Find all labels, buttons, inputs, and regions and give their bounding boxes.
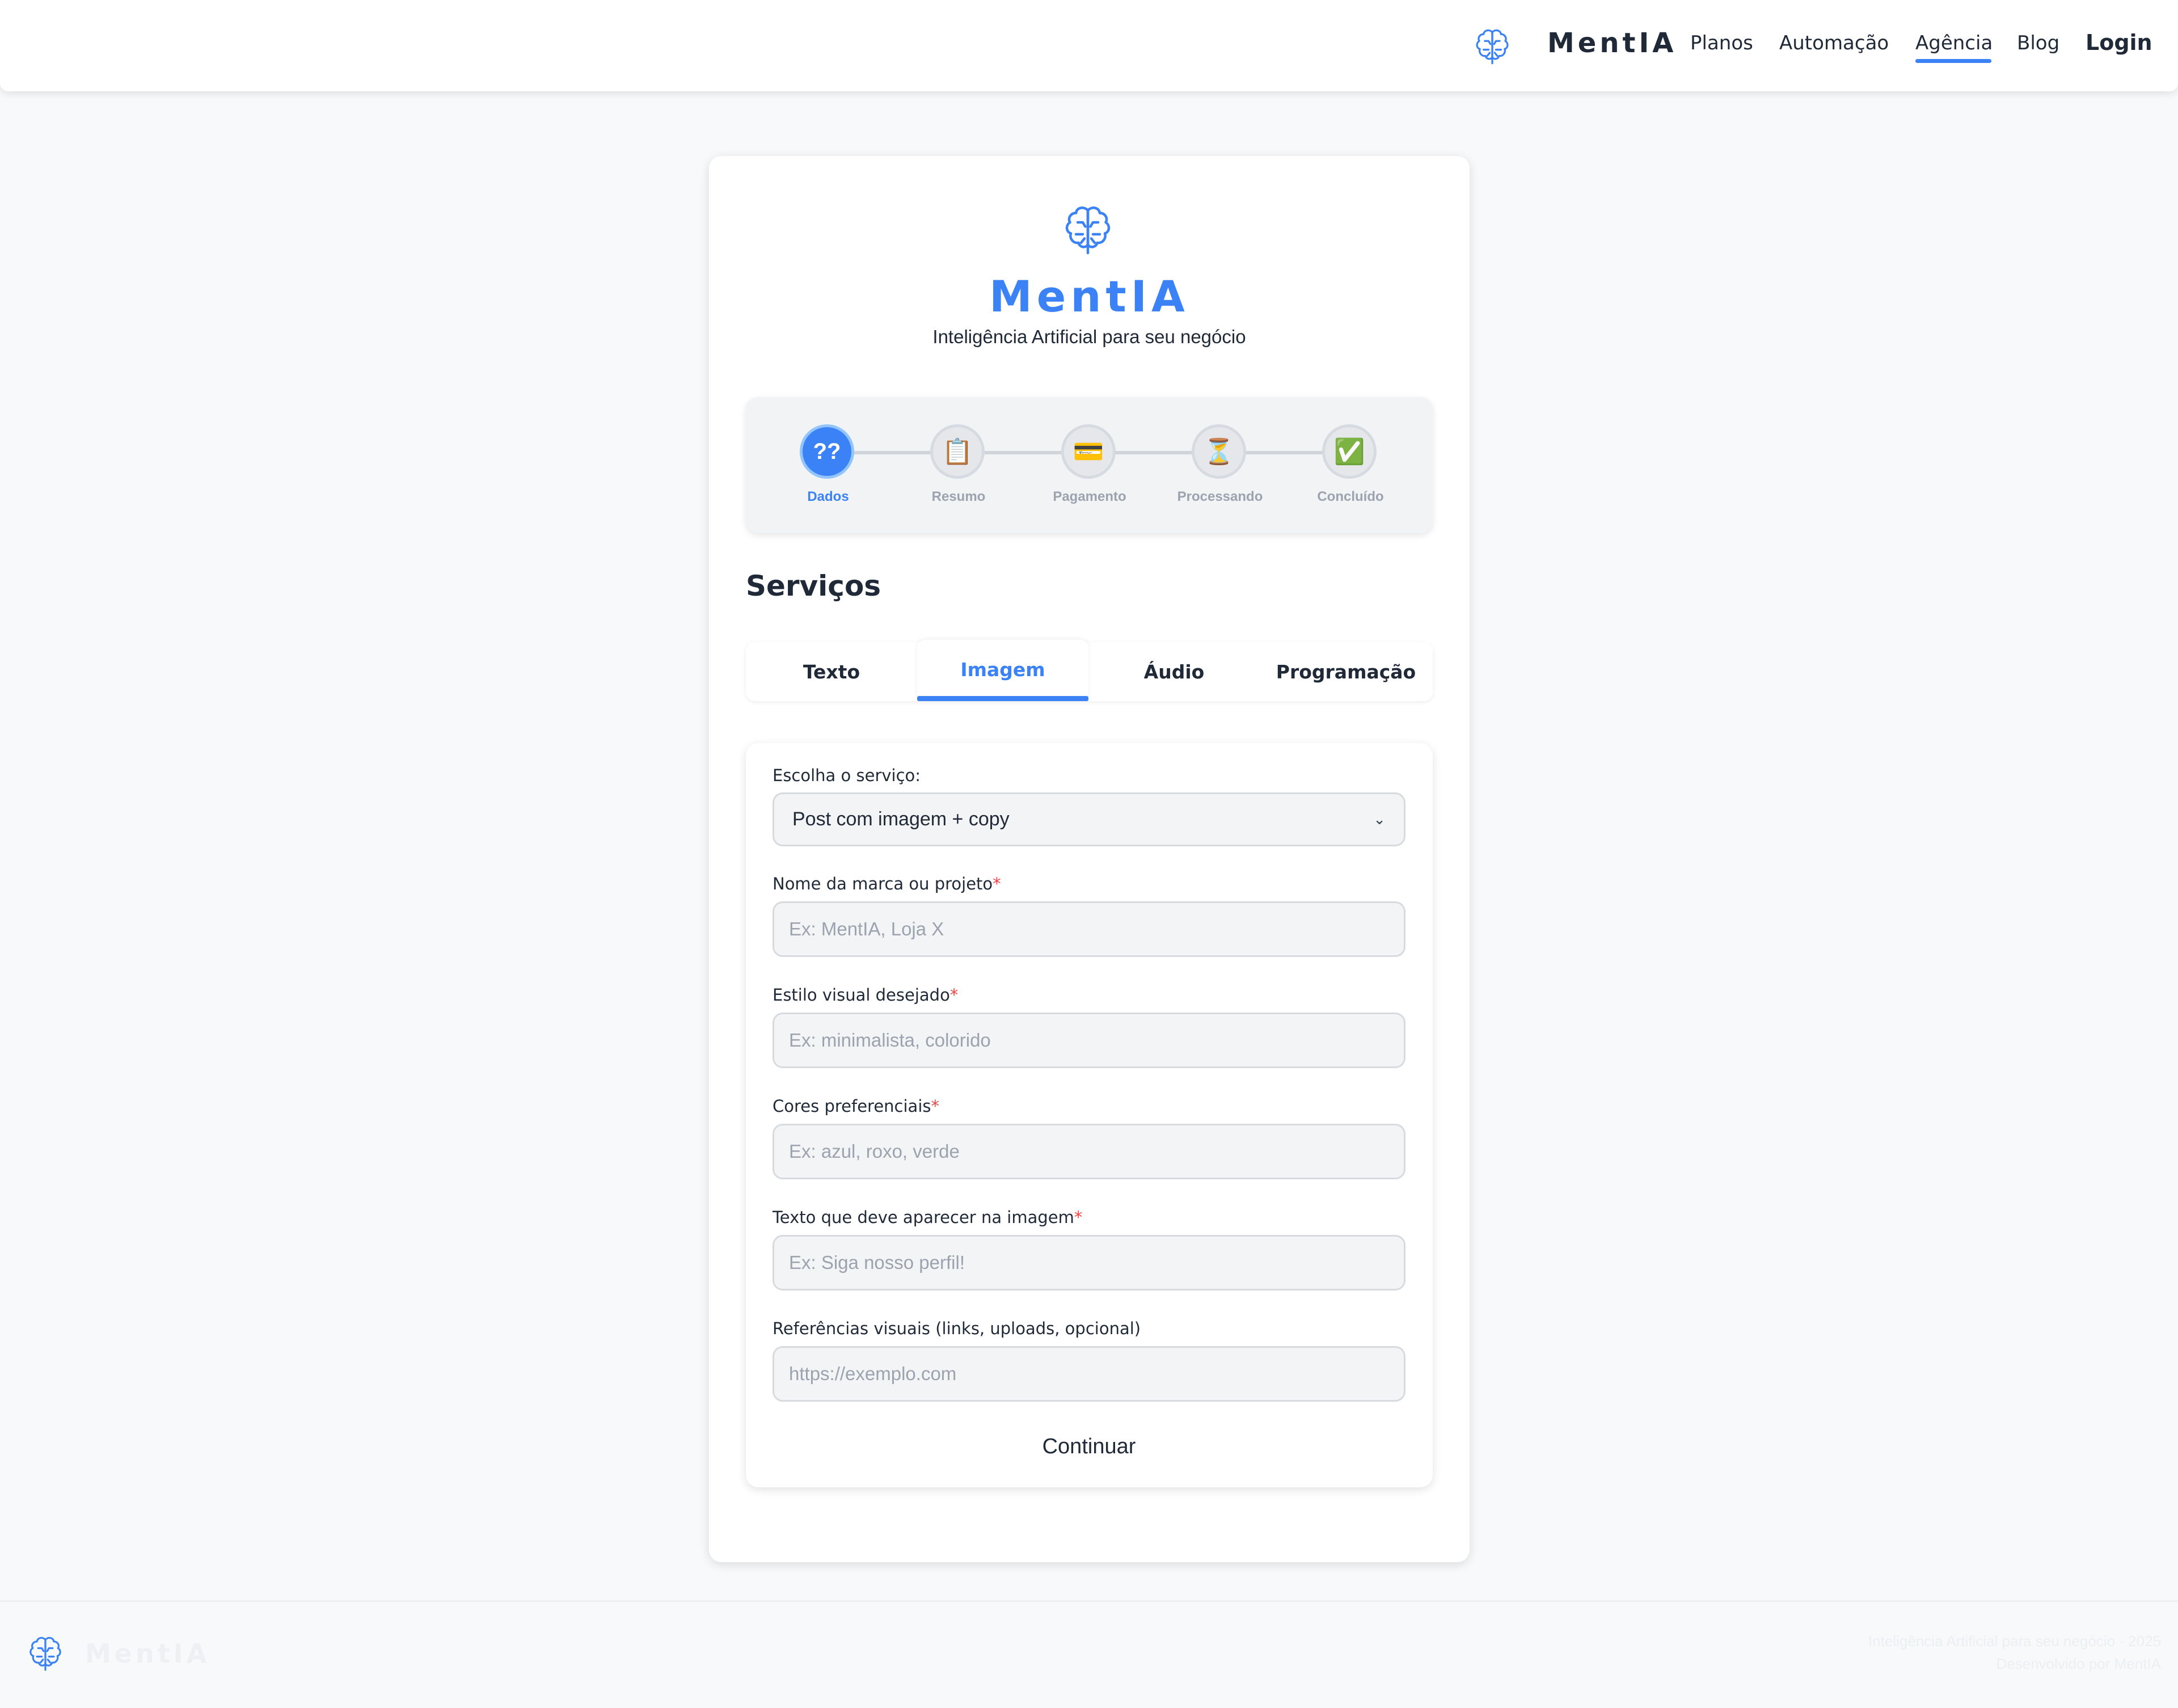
service-select[interactable]: Post com imagem + copy ⌄ <box>773 792 1405 846</box>
service-select-label: Escolha o serviço: <box>773 766 921 785</box>
top-navbar: MentIA Planos Automação Agência Blog Log… <box>0 0 2178 91</box>
section-title: Serviços <box>746 570 881 602</box>
nav-brand-name[interactable]: MentIA <box>1547 27 1677 59</box>
brain-logo-icon <box>29 1637 61 1671</box>
required-mark: * <box>949 985 959 1005</box>
required-mark: * <box>931 1097 939 1116</box>
image-text-input[interactable] <box>773 1235 1405 1291</box>
footer-tagline: Inteligência Artificial para seu negócio… <box>1868 1633 2161 1650</box>
image-text-label: Texto que deve aparecer na imagem* <box>773 1208 1083 1227</box>
brand-name-input[interactable] <box>773 901 1405 957</box>
brain-logo-icon[interactable] <box>1472 26 1512 66</box>
nav-link-agencia[interactable]: Agência <box>1915 32 1993 54</box>
continue-button[interactable]: Continuar <box>773 1424 1405 1469</box>
visual-style-label: Estilo visual desejado* <box>773 985 959 1005</box>
step-label-resumo: Resumo <box>931 489 986 504</box>
step-label-processando: Processando <box>1177 489 1263 504</box>
required-mark: * <box>1074 1208 1083 1227</box>
service-select-value: Post com imagem + copy <box>792 808 1010 830</box>
active-tab-indicator <box>917 696 1088 701</box>
nav-login-link[interactable]: Login <box>2086 30 2152 55</box>
visual-references-label: Referências visuais (links, uploads, opc… <box>773 1319 1141 1338</box>
step-dados-question-icon: ?? <box>800 424 854 479</box>
card-tagline: Inteligência Artificial para seu negócio <box>932 326 1246 347</box>
active-nav-indicator <box>1915 59 1991 63</box>
footer-credit: Desenvolvido por MentIA <box>1996 1655 2161 1672</box>
chevron-down-icon: ⌄ <box>1373 811 1386 828</box>
brand-name-label: Nome da marca ou projeto* <box>773 874 1001 893</box>
visual-references-input[interactable] <box>773 1346 1405 1402</box>
tab-imagem[interactable]: Imagem <box>917 640 1088 699</box>
step-processando-hourglass-icon: ⏳ <box>1192 424 1246 479</box>
nav-link-automacao[interactable]: Automação <box>1779 32 1889 54</box>
colors-input[interactable] <box>773 1124 1405 1179</box>
tab-texto[interactable]: Texto <box>746 642 917 701</box>
step-label-concluido: Concluído <box>1317 489 1384 504</box>
step-label-pagamento: Pagamento <box>1053 489 1126 504</box>
step-pagamento-credit-card-icon: 💳 <box>1061 424 1116 479</box>
required-mark: * <box>993 874 1001 893</box>
step-resumo-clipboard-icon: 📋 <box>930 424 985 479</box>
footer-brand-name: MentIA <box>85 1638 210 1669</box>
brain-logo-icon <box>1065 206 1111 255</box>
step-concluido-check-icon: ✅ <box>1322 424 1377 479</box>
tab-programacao[interactable]: Programação <box>1260 642 1432 701</box>
step-label-dados: Dados <box>807 489 849 504</box>
card-brand-title: MentIA <box>989 271 1189 322</box>
visual-style-input[interactable] <box>773 1013 1405 1068</box>
nav-link-planos[interactable]: Planos <box>1690 32 1753 54</box>
colors-label: Cores preferenciais* <box>773 1097 939 1116</box>
page-footer <box>0 1600 2178 1708</box>
tab-audio[interactable]: Áudio <box>1088 642 1260 701</box>
nav-link-blog[interactable]: Blog <box>2017 32 2059 54</box>
